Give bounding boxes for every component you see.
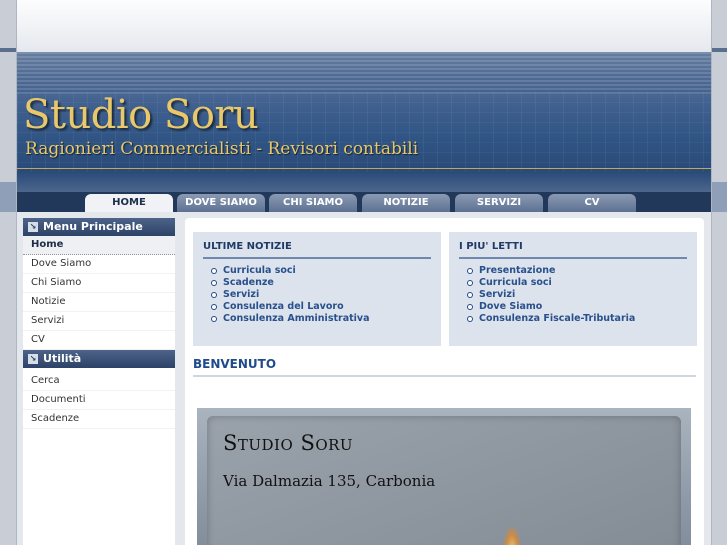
latest-news-rule <box>203 257 431 259</box>
news-link-curricula[interactable]: Curricula soci <box>207 265 370 277</box>
most-read-title: I PIU' LETTI <box>459 241 523 252</box>
tab-cv[interactable]: CV <box>548 194 636 212</box>
news-link-servizi[interactable]: Servizi <box>207 289 370 301</box>
most-read-box: I PIU' LETTI Presentazione Curricula soc… <box>449 232 697 346</box>
latest-news-box: ULTIME NOTIZIE Curricula soci Scadenze S… <box>193 232 441 346</box>
main-nav: HOME DOVE SIAMO CHI SIAMO NOTIZIE SERVIZ… <box>17 192 711 212</box>
most-read-link-curricula[interactable]: Curricula soci <box>463 277 635 289</box>
sidebar-item-documenti[interactable]: Documenti <box>23 391 175 410</box>
welcome-heading: BENVENUTO <box>193 357 277 371</box>
menu-principale-header: ↘ Menu Principale <box>23 218 175 236</box>
content-area: ↘ Menu Principale Home Dove Siamo Chi Si… <box>17 212 711 545</box>
latest-news-title: ULTIME NOTIZIE <box>203 241 292 252</box>
most-read-link-servizi[interactable]: Servizi <box>463 289 635 301</box>
site-title: Studio Soru <box>23 92 259 138</box>
most-read-rule <box>459 257 687 259</box>
sidebar-item-cv[interactable]: CV <box>23 331 175 350</box>
sidebar-item-servizi[interactable]: Servizi <box>23 312 175 331</box>
news-link-consulenza-lavoro[interactable]: Consulenza del Lavoro <box>207 301 370 313</box>
site-subtitle: Ragionieri Commercialisti - Revisori con… <box>25 139 419 159</box>
bullet-icon <box>211 268 217 274</box>
most-read-link-presentazione[interactable]: Presentazione <box>463 265 635 277</box>
most-read-list: Presentazione Curricula soci Servizi Dov… <box>463 265 635 325</box>
bullet-icon <box>211 316 217 322</box>
tab-notizie[interactable]: NOTIZIE <box>362 194 450 212</box>
bullet-icon <box>211 280 217 286</box>
site-header: Studio Soru Ragionieri Commercialisti - … <box>17 52 711 212</box>
page: Studio Soru Ragionieri Commercialisti - … <box>16 0 712 545</box>
tab-home[interactable]: HOME <box>85 194 173 212</box>
main-panel: ULTIME NOTIZIE Curricula soci Scadenze S… <box>185 218 704 545</box>
bullet-icon <box>467 268 473 274</box>
bullet-icon <box>467 304 473 310</box>
latest-news-list: Curricula soci Scadenze Servizi Consulen… <box>207 265 370 325</box>
tab-chi-siamo[interactable]: CHI SIAMO <box>269 194 357 212</box>
header-divider <box>17 168 711 169</box>
sidebar-item-notizie[interactable]: Notizie <box>23 293 175 312</box>
most-read-link-dove-siamo[interactable]: Dove Siamo <box>463 301 635 313</box>
sign-address: Via Dalmazia 135, Carbonia <box>223 472 436 490</box>
utilita-title: Utilità <box>43 352 82 365</box>
news-link-consulenza-amministrativa[interactable]: Consulenza Amministrativa <box>207 313 370 325</box>
office-sign-photo: Studio Soru Via Dalmazia 135, Carbonia <box>197 408 691 545</box>
bullet-icon <box>211 304 217 310</box>
news-link-scadenze[interactable]: Scadenze <box>207 277 370 289</box>
sign-title: Studio Soru <box>223 431 354 455</box>
sidebar-item-chi-siamo[interactable]: Chi Siamo <box>23 274 175 293</box>
bullet-icon <box>467 292 473 298</box>
welcome-divider <box>193 375 696 377</box>
bullet-icon <box>211 292 217 298</box>
header-stripe <box>17 52 711 94</box>
tab-servizi[interactable]: SERVIZI <box>455 194 543 212</box>
top-strip <box>17 0 711 50</box>
sidebar: ↘ Menu Principale Home Dove Siamo Chi Si… <box>23 218 175 545</box>
sidebar-item-cerca[interactable]: Cerca <box>23 372 175 391</box>
sign-plate: Studio Soru Via Dalmazia 135, Carbonia <box>207 416 681 545</box>
sidebar-item-scadenze[interactable]: Scadenze <box>23 410 175 429</box>
bullet-icon <box>467 316 473 322</box>
sidebar-item-dove-siamo[interactable]: Dove Siamo <box>23 255 175 274</box>
arrow-down-icon: ↘ <box>28 354 38 364</box>
flame-reflection <box>503 526 521 545</box>
arrow-down-icon: ↘ <box>28 222 38 232</box>
menu-principale-title: Menu Principale <box>43 220 143 233</box>
utilita-header: ↘ Utilità <box>23 350 175 368</box>
sidebar-item-home[interactable]: Home <box>23 236 175 255</box>
bullet-icon <box>467 280 473 286</box>
tab-dove-siamo[interactable]: DOVE SIAMO <box>177 194 265 212</box>
most-read-link-consulenza-fiscale[interactable]: Consulenza Fiscale-Tributaria <box>463 313 635 325</box>
